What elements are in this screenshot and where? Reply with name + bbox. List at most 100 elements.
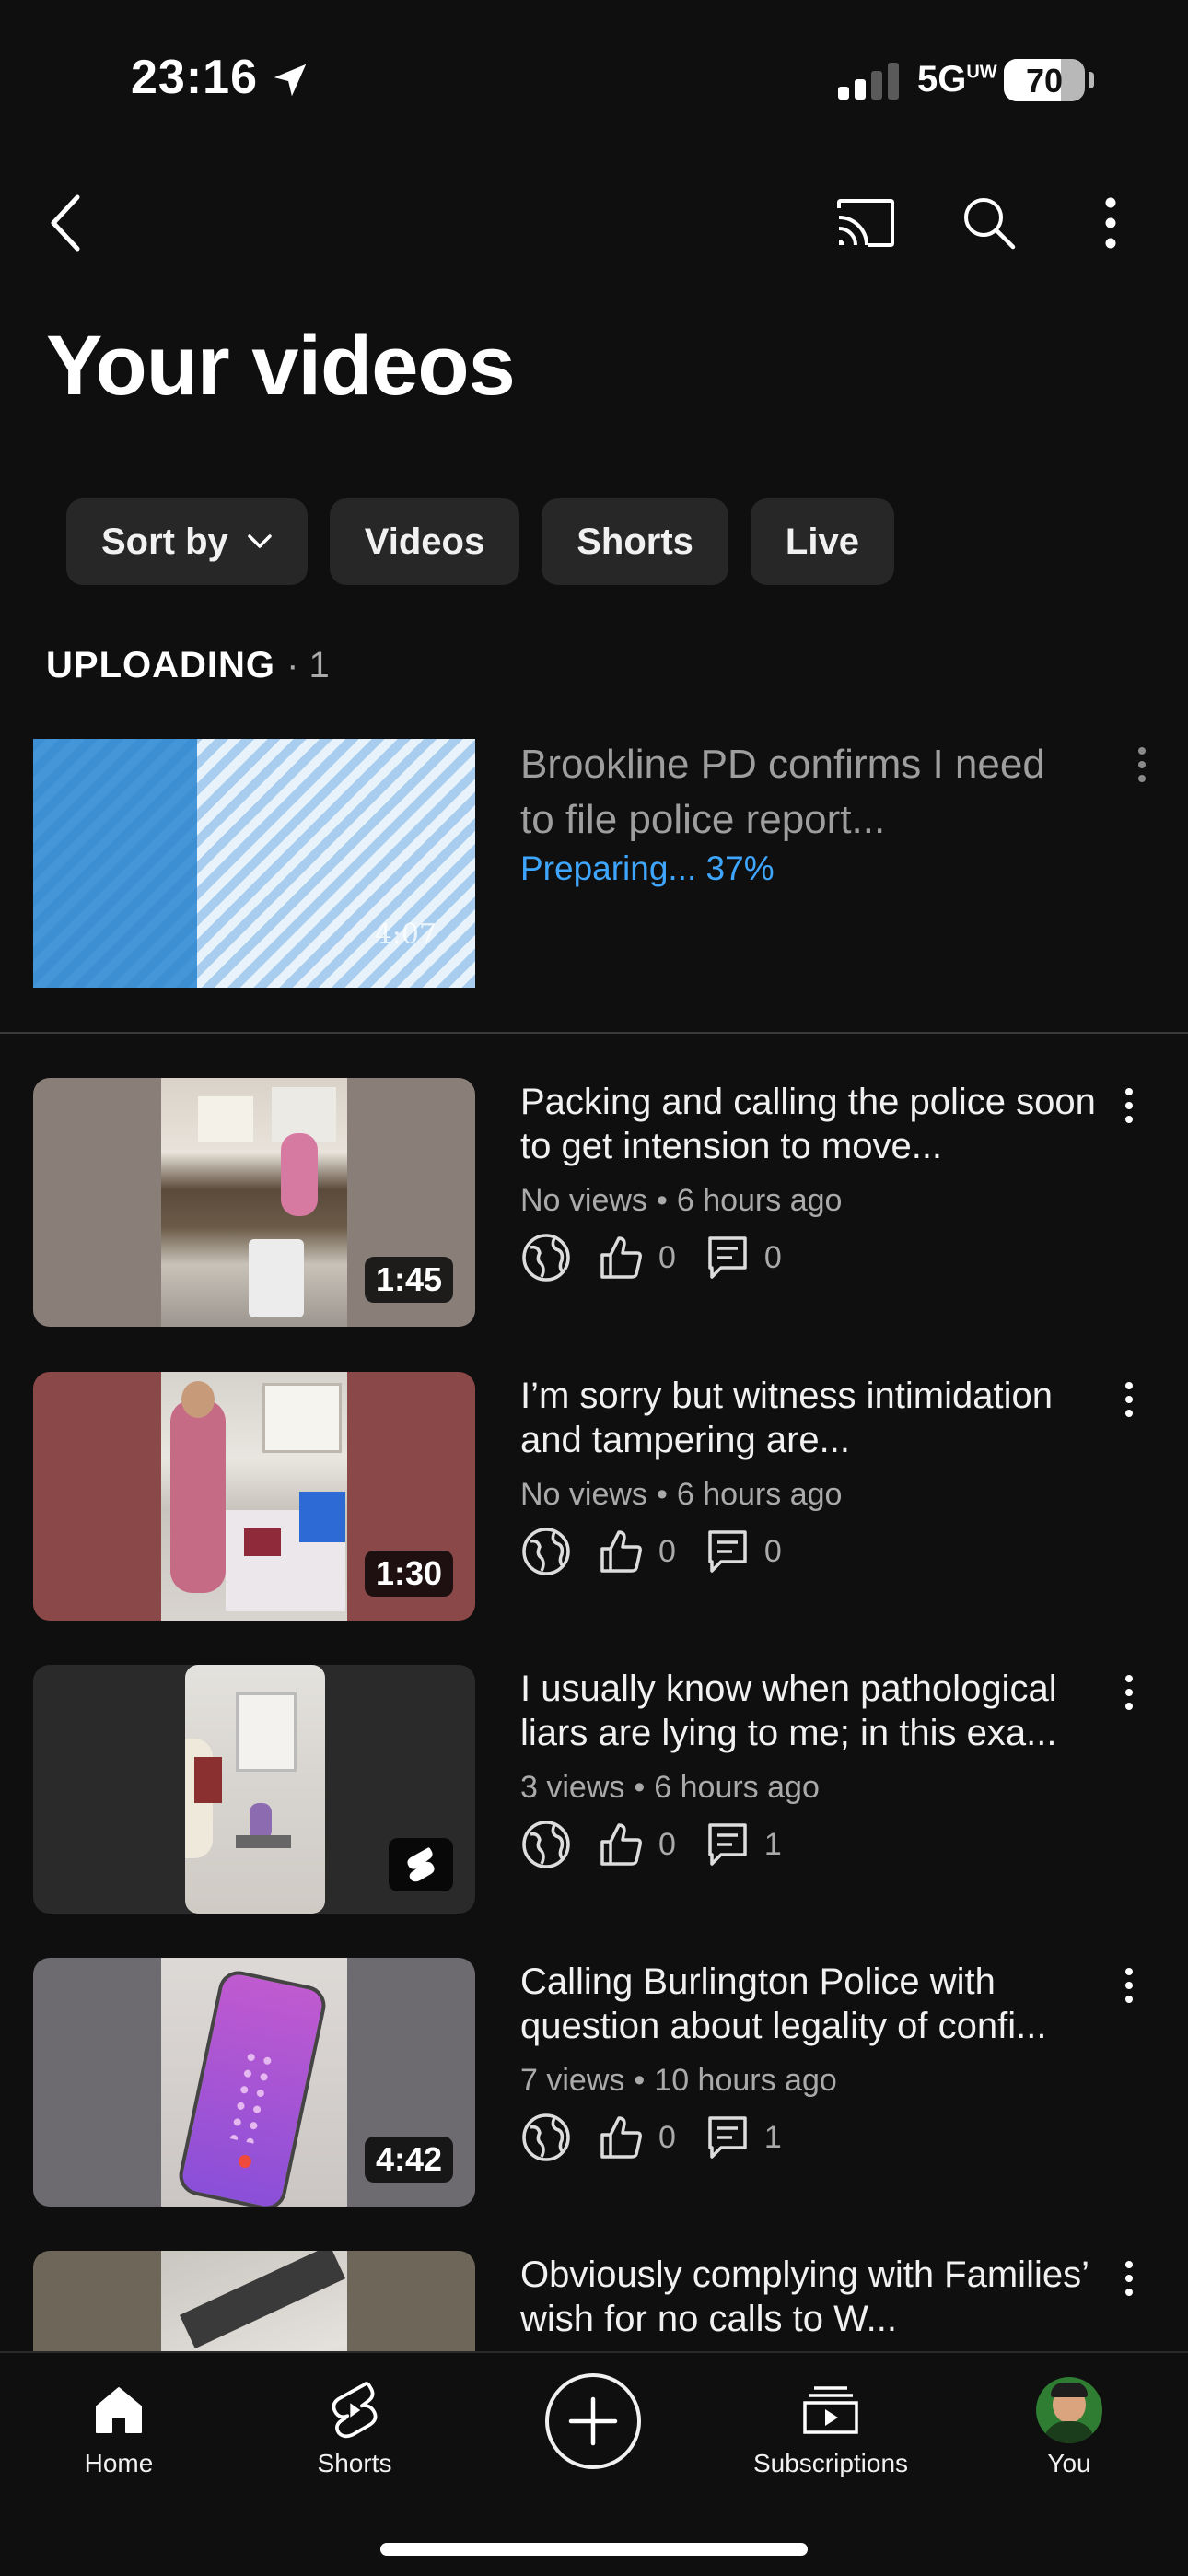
more-vert-icon — [1125, 1968, 1133, 2003]
subscriptions-icon — [803, 2386, 858, 2434]
comment-count: 1 — [763, 2119, 782, 2155]
chip-shorts[interactable]: Shorts — [542, 498, 728, 585]
comment-icon — [702, 1819, 753, 1870]
video-title[interactable]: Packing and calling the police soon to g… — [520, 1080, 1110, 1168]
upload-age: 6 hours ago — [654, 1770, 820, 1805]
video-more-button[interactable] — [1101, 2251, 1157, 2315]
view-count: No views — [520, 1183, 647, 1218]
video-more-button[interactable] — [1101, 1949, 1157, 2022]
video-title[interactable]: I usually know when pathological liars a… — [520, 1667, 1110, 1755]
more-options-button[interactable] — [1072, 184, 1149, 262]
video-thumbnail[interactable]: 1:45 — [33, 1078, 475, 1327]
comment-count: 1 — [763, 1826, 782, 1862]
sort-by-chip[interactable]: Sort by — [66, 498, 308, 585]
avatar — [1036, 2377, 1102, 2443]
globe-icon — [520, 1232, 572, 1283]
more-vert-icon — [1125, 1382, 1133, 1417]
video-meta: No views • 6 hours ago — [520, 1477, 843, 1512]
video-row[interactable]: Obviously complying with Families’ wish … — [0, 2251, 1188, 2351]
duration-badge: 1:30 — [364, 1551, 453, 1597]
chip-videos[interactable]: Videos — [329, 498, 520, 585]
home-icon — [96, 2387, 142, 2433]
uploading-header: UPLOADING · 1 — [46, 645, 330, 686]
signal-strength-icon — [838, 63, 899, 100]
view-count: 3 views — [520, 1770, 625, 1805]
location-arrow-icon — [274, 64, 307, 97]
upload-progress-bar — [33, 739, 197, 988]
nav-home[interactable]: Home — [17, 2371, 220, 2500]
search-button[interactable] — [950, 184, 1028, 262]
battery-nub — [1089, 72, 1094, 88]
chevron-down-icon — [248, 534, 272, 548]
video-row[interactable]: 1:45 Packing and calling the police soon… — [0, 1078, 1188, 1327]
back-icon — [51, 194, 80, 252]
nav-shorts[interactable]: Shorts — [253, 2371, 456, 2500]
video-thumbnail[interactable] — [33, 1665, 475, 1914]
video-more-button[interactable] — [1101, 1656, 1157, 1729]
video-title[interactable]: Calling Burlington Police with question … — [520, 1960, 1110, 2048]
upload-thumbnail[interactable]: 4:07 — [33, 739, 475, 988]
video-row[interactable]: 1:30 I’m sorry but witness intimidation … — [0, 1372, 1188, 1621]
back-button[interactable] — [28, 184, 105, 262]
uploading-label: UPLOADING — [46, 645, 275, 685]
globe-icon — [520, 1819, 572, 1870]
video-more-button[interactable] — [1101, 1363, 1157, 1436]
network-type: 5GUW — [917, 59, 997, 100]
plus-icon — [568, 2396, 618, 2446]
battery-percent: 70 — [1025, 62, 1064, 100]
like-count: 0 — [658, 1826, 676, 1862]
like-icon — [596, 2112, 647, 2163]
nav-home-label: Home — [84, 2449, 154, 2477]
status-bar: 23:16 5GUW 70 — [0, 0, 1188, 157]
cast-button[interactable] — [827, 184, 904, 262]
sort-by-label: Sort by — [101, 521, 228, 562]
video-thumbnail[interactable]: 4:42 — [33, 1958, 475, 2207]
more-vert-icon — [1125, 2261, 1133, 2296]
search-icon — [964, 198, 1016, 250]
globe-icon — [520, 2112, 572, 2163]
like-count: 0 — [658, 2119, 676, 2155]
upload-age: 6 hours ago — [676, 1183, 843, 1218]
like-icon — [596, 1819, 647, 1870]
video-stats: 0 0 — [520, 1519, 808, 1584]
video-meta: No views • 6 hours ago — [520, 1183, 843, 1218]
battery-indicator: 70 — [1004, 59, 1085, 101]
thumbnail-image — [185, 1665, 325, 1914]
upload-more-button[interactable] — [1114, 728, 1170, 802]
upload-status: Preparing... 37% — [520, 849, 775, 887]
upload-age: 10 hours ago — [654, 2063, 837, 2098]
video-thumbnail[interactable] — [33, 2251, 475, 2351]
video-title[interactable]: I’m sorry but witness intimidation and t… — [520, 1374, 1110, 1462]
upload-title[interactable]: Brookline PD confirms I need to file pol… — [520, 737, 1073, 848]
more-vert-icon — [1138, 747, 1146, 782]
nav-you-label: You — [1047, 2449, 1091, 2477]
create-button[interactable] — [545, 2373, 641, 2469]
like-count: 0 — [658, 1239, 676, 1275]
video-stats: 0 0 — [520, 1225, 808, 1290]
comment-icon — [702, 2112, 753, 2163]
comment-count: 0 — [763, 1533, 782, 1569]
like-icon — [596, 1232, 647, 1283]
video-title[interactable]: Obviously complying with Families’ wish … — [520, 2253, 1110, 2341]
video-thumbnail[interactable]: 1:30 — [33, 1372, 475, 1621]
your-videos-screen: 23:16 5GUW 70 Your videos Sort by Videos… — [0, 0, 1188, 2576]
home-indicator — [380, 2543, 808, 2556]
nav-subscriptions-label: Subscriptions — [752, 2449, 909, 2477]
nav-subscriptions[interactable]: Subscriptions — [729, 2371, 932, 2500]
shorts-badge — [389, 1838, 453, 1891]
video-meta: 7 views • 10 hours ago — [520, 2063, 837, 2098]
shorts-icon — [407, 1847, 435, 1882]
video-row[interactable]: I usually know when pathological liars a… — [0, 1665, 1188, 1914]
like-icon — [596, 1526, 647, 1577]
chip-live[interactable]: Live — [750, 498, 894, 585]
nav-you[interactable]: You — [968, 2371, 1171, 2500]
uploading-count: · 1 — [286, 645, 330, 685]
globe-icon — [520, 1526, 572, 1577]
more-vert-icon — [1125, 1088, 1133, 1123]
video-more-button[interactable] — [1101, 1069, 1157, 1142]
comment-icon — [702, 1526, 753, 1577]
thumbnail-image — [161, 1958, 347, 2207]
video-stats: 0 1 — [520, 1812, 808, 1877]
video-row[interactable]: 4:42 Calling Burlington Police with ques… — [0, 1958, 1188, 2207]
thumbnail-image — [161, 1372, 347, 1621]
